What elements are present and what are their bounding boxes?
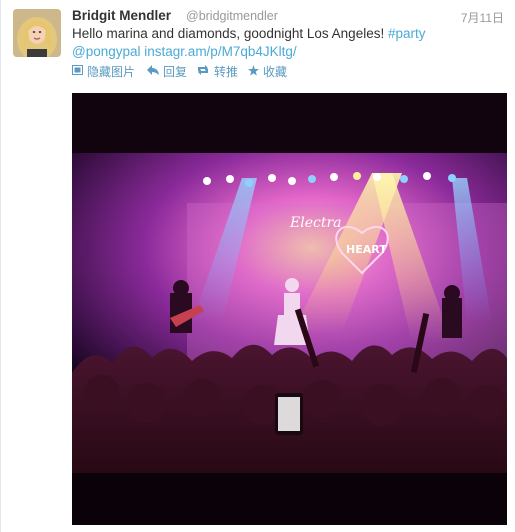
avatar[interactable] (13, 9, 61, 57)
user-handle[interactable]: @bridgitmendler (186, 9, 278, 23)
tweet-text: Hello marina and diamonds, goodnight Los… (72, 26, 388, 41)
user-avatar-photo-icon (13, 9, 61, 57)
tweet: Bridgit Mendler @bridgitmendler 7月11日 He… (0, 0, 515, 532)
favorite-label: 收藏 (263, 65, 288, 79)
reply-label: 回复 (163, 65, 188, 79)
user-fullname[interactable]: Bridgit Mendler (72, 8, 171, 23)
retweet-label: 转推 (214, 65, 239, 79)
retweet-button[interactable]: 转推 (196, 63, 238, 80)
hide-image-button[interactable]: 隐藏图片 (72, 63, 135, 80)
hashtag-link[interactable]: #party (388, 26, 426, 41)
star-icon (248, 64, 259, 79)
heart-sign-text: HEART (346, 243, 387, 256)
hide-image-label: 隐藏图片 (87, 65, 136, 79)
mention-link[interactable]: @pongypal (72, 44, 141, 59)
retweet-icon (196, 65, 210, 78)
tweet-text-line1: Hello marina and diamonds, goodnight Los… (72, 26, 426, 41)
url-link[interactable]: instagr.am/p/M7qb4JKltg/ (144, 44, 296, 59)
divider (0, 0, 1, 532)
tweet-timestamp[interactable]: 7月11日 (461, 9, 504, 26)
tweet-photo[interactable]: Electra HEART (72, 93, 507, 525)
tweet-text-line2: @pongypal instagr.am/p/M7qb4JKltg/ (72, 44, 297, 59)
stage-banner-text: Electra (289, 215, 342, 231)
image-icon (72, 65, 83, 78)
favorite-button[interactable]: 收藏 (248, 63, 287, 80)
tweet-header: Bridgit Mendler @bridgitmendler 7月11日 (72, 8, 504, 26)
reply-button[interactable]: 回复 (147, 63, 187, 80)
reply-icon (147, 65, 159, 78)
concert-photo-image: Electra HEART (72, 93, 507, 525)
